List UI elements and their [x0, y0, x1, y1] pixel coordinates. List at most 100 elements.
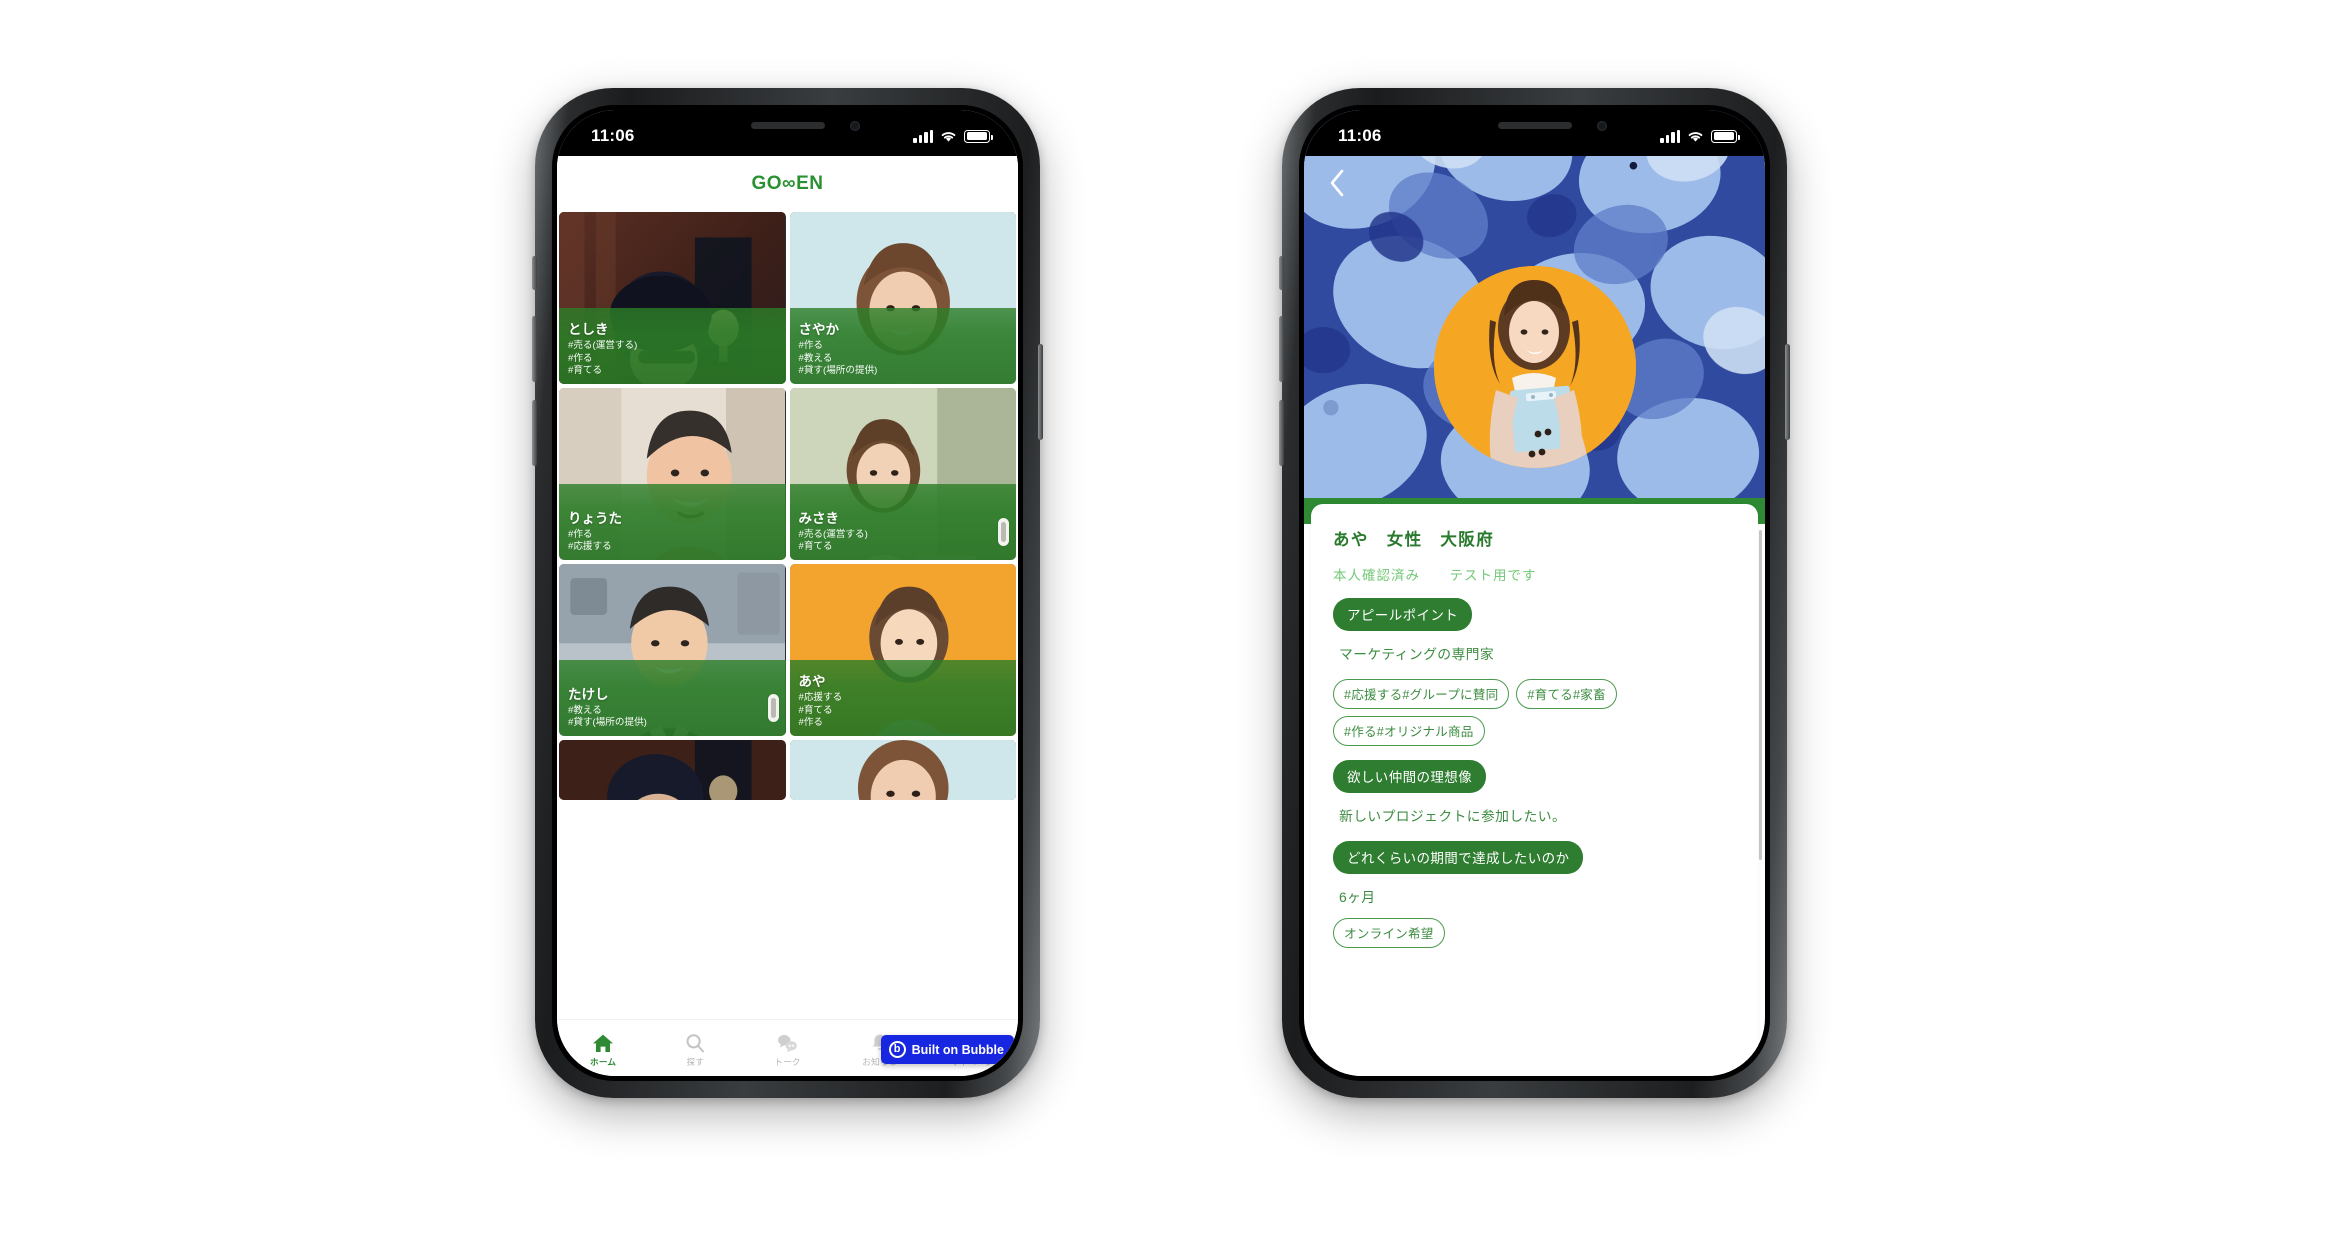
card-meta: みさき #売る(運営する) #育てる	[799, 511, 1008, 554]
profile-tag-chips: #応援する#グループに賛同 #育てる#家畜 #作る#オリジナル商品	[1333, 679, 1736, 746]
chat-bubbles-icon	[777, 1034, 797, 1052]
status-time: 11:06	[591, 126, 635, 145]
card-meta: さやか #作る #教える #貸す(場所の提供)	[799, 322, 1008, 378]
card-tag: #応援する	[798, 692, 843, 704]
section-heading-timeframe: どれくらいの期間で達成したいのか	[1333, 841, 1584, 874]
tab-label: 探す	[686, 1056, 705, 1067]
section-body-appeal: マーケティングの専門家	[1339, 647, 1495, 662]
card-tag: #貸す(場所の提供)	[798, 365, 878, 377]
tab-talk[interactable]: トーク	[741, 1029, 833, 1068]
app-brand-logo: GO∞EN	[751, 173, 824, 194]
tab-search[interactable]: 探す	[649, 1029, 741, 1068]
card-tag: #育てる	[798, 541, 833, 553]
card-name: りょうた	[568, 510, 622, 526]
status-icons	[1660, 129, 1740, 143]
status-time: 11:06	[1338, 126, 1382, 145]
card-tag: #育てる	[568, 365, 603, 377]
home-icon	[593, 1034, 614, 1052]
volume-down-button[interactable]	[1279, 400, 1284, 466]
card-name: あや	[798, 674, 826, 690]
man-at-desk-photo	[559, 740, 786, 800]
profile-card-misaki[interactable]: みさき #売る(運営する) #育てる	[789, 388, 1016, 560]
section-body-ideal-partner: 新しいプロジェクトに参加したい。	[1339, 809, 1567, 824]
wifi-icon	[941, 131, 956, 142]
phone-right-profile: あや 女性 大阪府 本人確認済み テスト用です アピールポイント マーケティング…	[1279, 88, 1790, 1098]
built-on-bubble-badge[interactable]: b Built on Bubble	[880, 1035, 1014, 1064]
profile-card-aya[interactable]: あや #応援する #育てる #作る	[789, 564, 1016, 736]
profile-card-partial[interactable]	[789, 740, 1016, 800]
power-button[interactable]	[1785, 344, 1790, 440]
notch	[681, 110, 894, 143]
profile-card-takeshi[interactable]: たけし #教える #貸す(場所の提供)	[559, 564, 786, 736]
scroll-indicator-pill[interactable]	[767, 694, 779, 722]
scroll-indicator-pill[interactable]	[998, 518, 1009, 546]
profile-tag-chips-cut: オンライン希望	[1333, 916, 1736, 948]
profile-cover	[1304, 110, 1765, 518]
profile-title: あや 女性 大阪府	[1333, 531, 1495, 549]
cellular-bars-icon	[1660, 129, 1680, 143]
tag-chip-online[interactable]: オンライン希望	[1333, 918, 1445, 948]
battery-icon	[964, 129, 993, 143]
phone-screen-home: 11:06 GO∞EN としき #売る(運営する) #作る #育てる さやか #…	[557, 110, 1018, 1076]
card-meta: たけし #教える #貸す(場所の提供)	[568, 687, 777, 730]
chevron-left-icon	[1330, 169, 1344, 197]
section-heading-ideal-partner: 欲しい仲間の理想像	[1333, 760, 1487, 793]
card-meta: りょうた #作る #応援する	[568, 511, 777, 554]
cellular-bars-icon	[913, 129, 933, 143]
phone-bezel: 11:06 GO∞EN としき #売る(運営する) #作る #育てる さやか #…	[552, 105, 1023, 1081]
volume-down-button[interactable]	[532, 400, 537, 466]
power-button[interactable]	[1038, 344, 1043, 440]
card-tag: #教える	[568, 704, 602, 716]
tag-chip[interactable]: #育てる#家畜	[1516, 679, 1617, 709]
card-tag: #売る(運営する)	[798, 528, 868, 540]
card-tag: #作る	[568, 528, 593, 540]
smiling-woman-photo	[789, 740, 1016, 800]
mute-switch[interactable]	[1279, 256, 1284, 290]
tag-chip[interactable]: #作る#オリジナル商品	[1333, 716, 1485, 746]
status-icons	[913, 129, 993, 143]
profile-card-sayaka[interactable]: さやか #作る #教える #貸す(場所の提供)	[789, 212, 1016, 384]
card-tag: #作る	[568, 352, 593, 364]
tab-label: トーク	[774, 1056, 801, 1067]
phone-screen-profile: あや 女性 大阪府 本人確認済み テスト用です アピールポイント マーケティング…	[1304, 110, 1765, 1076]
card-meta: あや #応援する #育てる #作る	[799, 674, 1008, 730]
profile-card-partial[interactable]	[559, 740, 786, 800]
phone-bezel: あや 女性 大阪府 本人確認済み テスト用です アピールポイント マーケティング…	[1299, 105, 1770, 1081]
phone-left-home: 11:06 GO∞EN としき #売る(運営する) #作る #育てる さやか #…	[532, 88, 1043, 1098]
search-icon	[686, 1033, 705, 1052]
profile-subline: 本人確認済み テスト用です	[1333, 564, 1736, 584]
profile-card-ryota[interactable]: りょうた #作る #応援する	[559, 388, 786, 560]
card-meta: としき #売る(運営する) #作る #育てる	[568, 322, 777, 378]
woman-with-clipboard-photo	[1433, 266, 1636, 468]
screenshot-stage: 11:06 GO∞EN としき #売る(運営する) #作る #育てる さやか #…	[0, 0, 2348, 1236]
card-tag: #育てる	[798, 704, 833, 716]
avatar[interactable]	[1433, 266, 1636, 468]
profile-grid: としき #売る(運営する) #作る #育てる さやか #作る #教える #貸す(…	[557, 212, 1018, 800]
profile-grid-scroll[interactable]: としき #売る(運営する) #作る #育てる さやか #作る #教える #貸す(…	[557, 212, 1018, 1020]
earpiece-speaker	[750, 122, 825, 129]
volume-up-button[interactable]	[1279, 316, 1284, 382]
card-name: たけし	[568, 686, 609, 702]
volume-up-button[interactable]	[532, 316, 537, 382]
card-tag: #作る	[798, 717, 824, 729]
card-tag: #貸す(場所の提供)	[568, 717, 647, 729]
tab-home[interactable]: ホーム	[557, 1029, 649, 1068]
section-body-timeframe: 6ヶ月	[1339, 890, 1376, 905]
profile-note: テスト用です	[1449, 568, 1537, 583]
bubble-logo-icon: b	[888, 1041, 906, 1058]
verified-label: 本人確認済み	[1333, 568, 1420, 583]
bubble-badge-label: Built on Bubble	[911, 1042, 1004, 1057]
section-heading-appeal: アピールポイント	[1333, 598, 1473, 631]
vertical-scrollbar[interactable]	[1759, 530, 1762, 860]
tag-chip[interactable]: #応援する#グループに賛同	[1333, 679, 1510, 709]
earpiece-speaker	[1497, 122, 1572, 129]
mute-switch[interactable]	[532, 256, 537, 290]
card-tag: #売る(運営する)	[568, 340, 638, 352]
back-button[interactable]	[1322, 168, 1352, 198]
card-name: としき	[568, 322, 609, 338]
card-name: みさき	[798, 510, 840, 526]
profile-card-toshiki[interactable]: としき #売る(運営する) #作る #育てる	[559, 212, 786, 384]
front-camera-icon	[1596, 121, 1607, 131]
card-tag: #作る	[798, 340, 824, 352]
card-name: さやか	[798, 322, 840, 338]
